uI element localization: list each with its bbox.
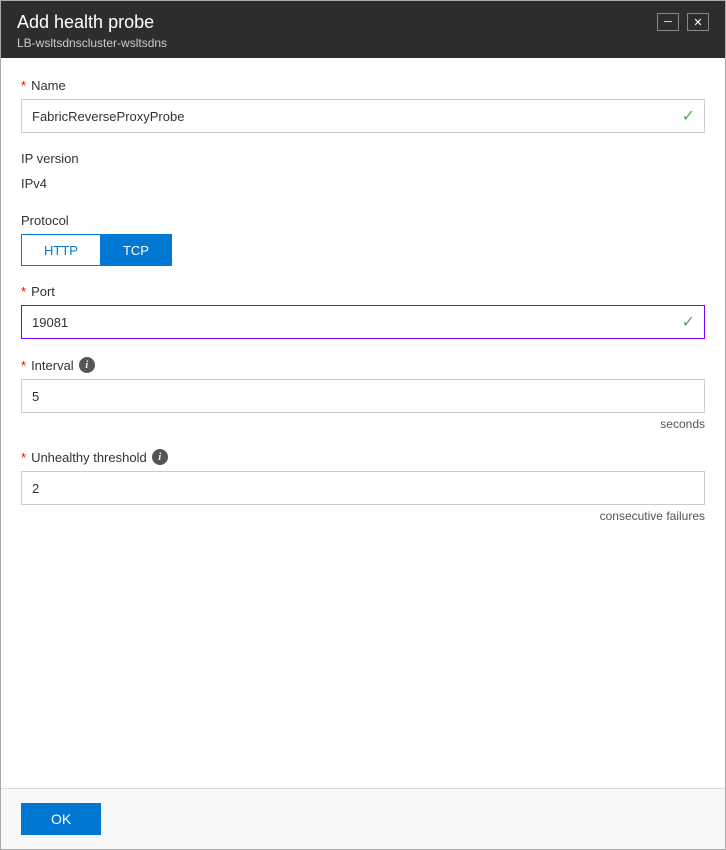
unhealthy-threshold-info-icon[interactable]: i: [152, 449, 168, 465]
name-label-text: Name: [31, 78, 66, 93]
port-input-wrapper: ✓: [21, 305, 705, 339]
interval-group: * Interval i seconds: [21, 357, 705, 431]
unhealthy-threshold-group: * Unhealthy threshold i consecutive fail…: [21, 449, 705, 523]
name-input[interactable]: [21, 99, 705, 133]
name-input-wrapper: ✓: [21, 99, 705, 133]
protocol-group: Protocol HTTP TCP: [21, 213, 705, 266]
ip-version-group: IP version IPv4: [21, 151, 705, 195]
unhealthy-threshold-label: * Unhealthy threshold i: [21, 449, 705, 465]
unhealthy-threshold-hint: consecutive failures: [21, 509, 705, 523]
form-content: * Name ✓ IP version IPv4 Protocol HTTP T…: [1, 58, 725, 788]
name-group: * Name ✓: [21, 78, 705, 133]
ip-version-value: IPv4: [21, 172, 705, 195]
port-label: * Port: [21, 284, 705, 299]
interval-label-text: Interval: [31, 358, 74, 373]
name-check-icon: ✓: [682, 106, 695, 126]
close-button[interactable]: ✕: [687, 13, 709, 31]
ip-version-label-text: IP version: [21, 151, 79, 166]
interval-label: * Interval i: [21, 357, 705, 373]
port-label-text: Port: [31, 284, 55, 299]
protocol-tcp-button[interactable]: TCP: [100, 234, 172, 266]
unhealthy-threshold-required-star: *: [21, 450, 26, 465]
port-check-icon: ✓: [682, 312, 695, 332]
title-bar: Add health probe LB-wsltsdnscluster-wslt…: [1, 1, 725, 58]
unhealthy-threshold-input[interactable]: [21, 471, 705, 505]
dialog-window: Add health probe LB-wsltsdnscluster-wslt…: [0, 0, 726, 850]
dialog-title: Add health probe: [17, 11, 167, 34]
name-required-star: *: [21, 78, 26, 93]
interval-hint: seconds: [21, 417, 705, 431]
port-input[interactable]: [21, 305, 705, 339]
protocol-http-button[interactable]: HTTP: [21, 234, 100, 266]
port-group: * Port ✓: [21, 284, 705, 339]
minimize-button[interactable]: ─: [657, 13, 679, 31]
footer: OK: [1, 788, 725, 849]
dialog-subtitle: LB-wsltsdnscluster-wsltsdns: [17, 36, 167, 50]
protocol-label: Protocol: [21, 213, 705, 228]
protocol-label-text: Protocol: [21, 213, 69, 228]
interval-required-star: *: [21, 358, 26, 373]
title-bar-controls: ─ ✕: [657, 13, 709, 31]
ok-button[interactable]: OK: [21, 803, 101, 835]
title-bar-left: Add health probe LB-wsltsdnscluster-wslt…: [17, 11, 167, 50]
protocol-buttons: HTTP TCP: [21, 234, 705, 266]
interval-info-icon[interactable]: i: [79, 357, 95, 373]
ip-version-label: IP version: [21, 151, 705, 166]
port-required-star: *: [21, 284, 26, 299]
name-label: * Name: [21, 78, 705, 93]
interval-input[interactable]: [21, 379, 705, 413]
unhealthy-threshold-label-text: Unhealthy threshold: [31, 450, 147, 465]
